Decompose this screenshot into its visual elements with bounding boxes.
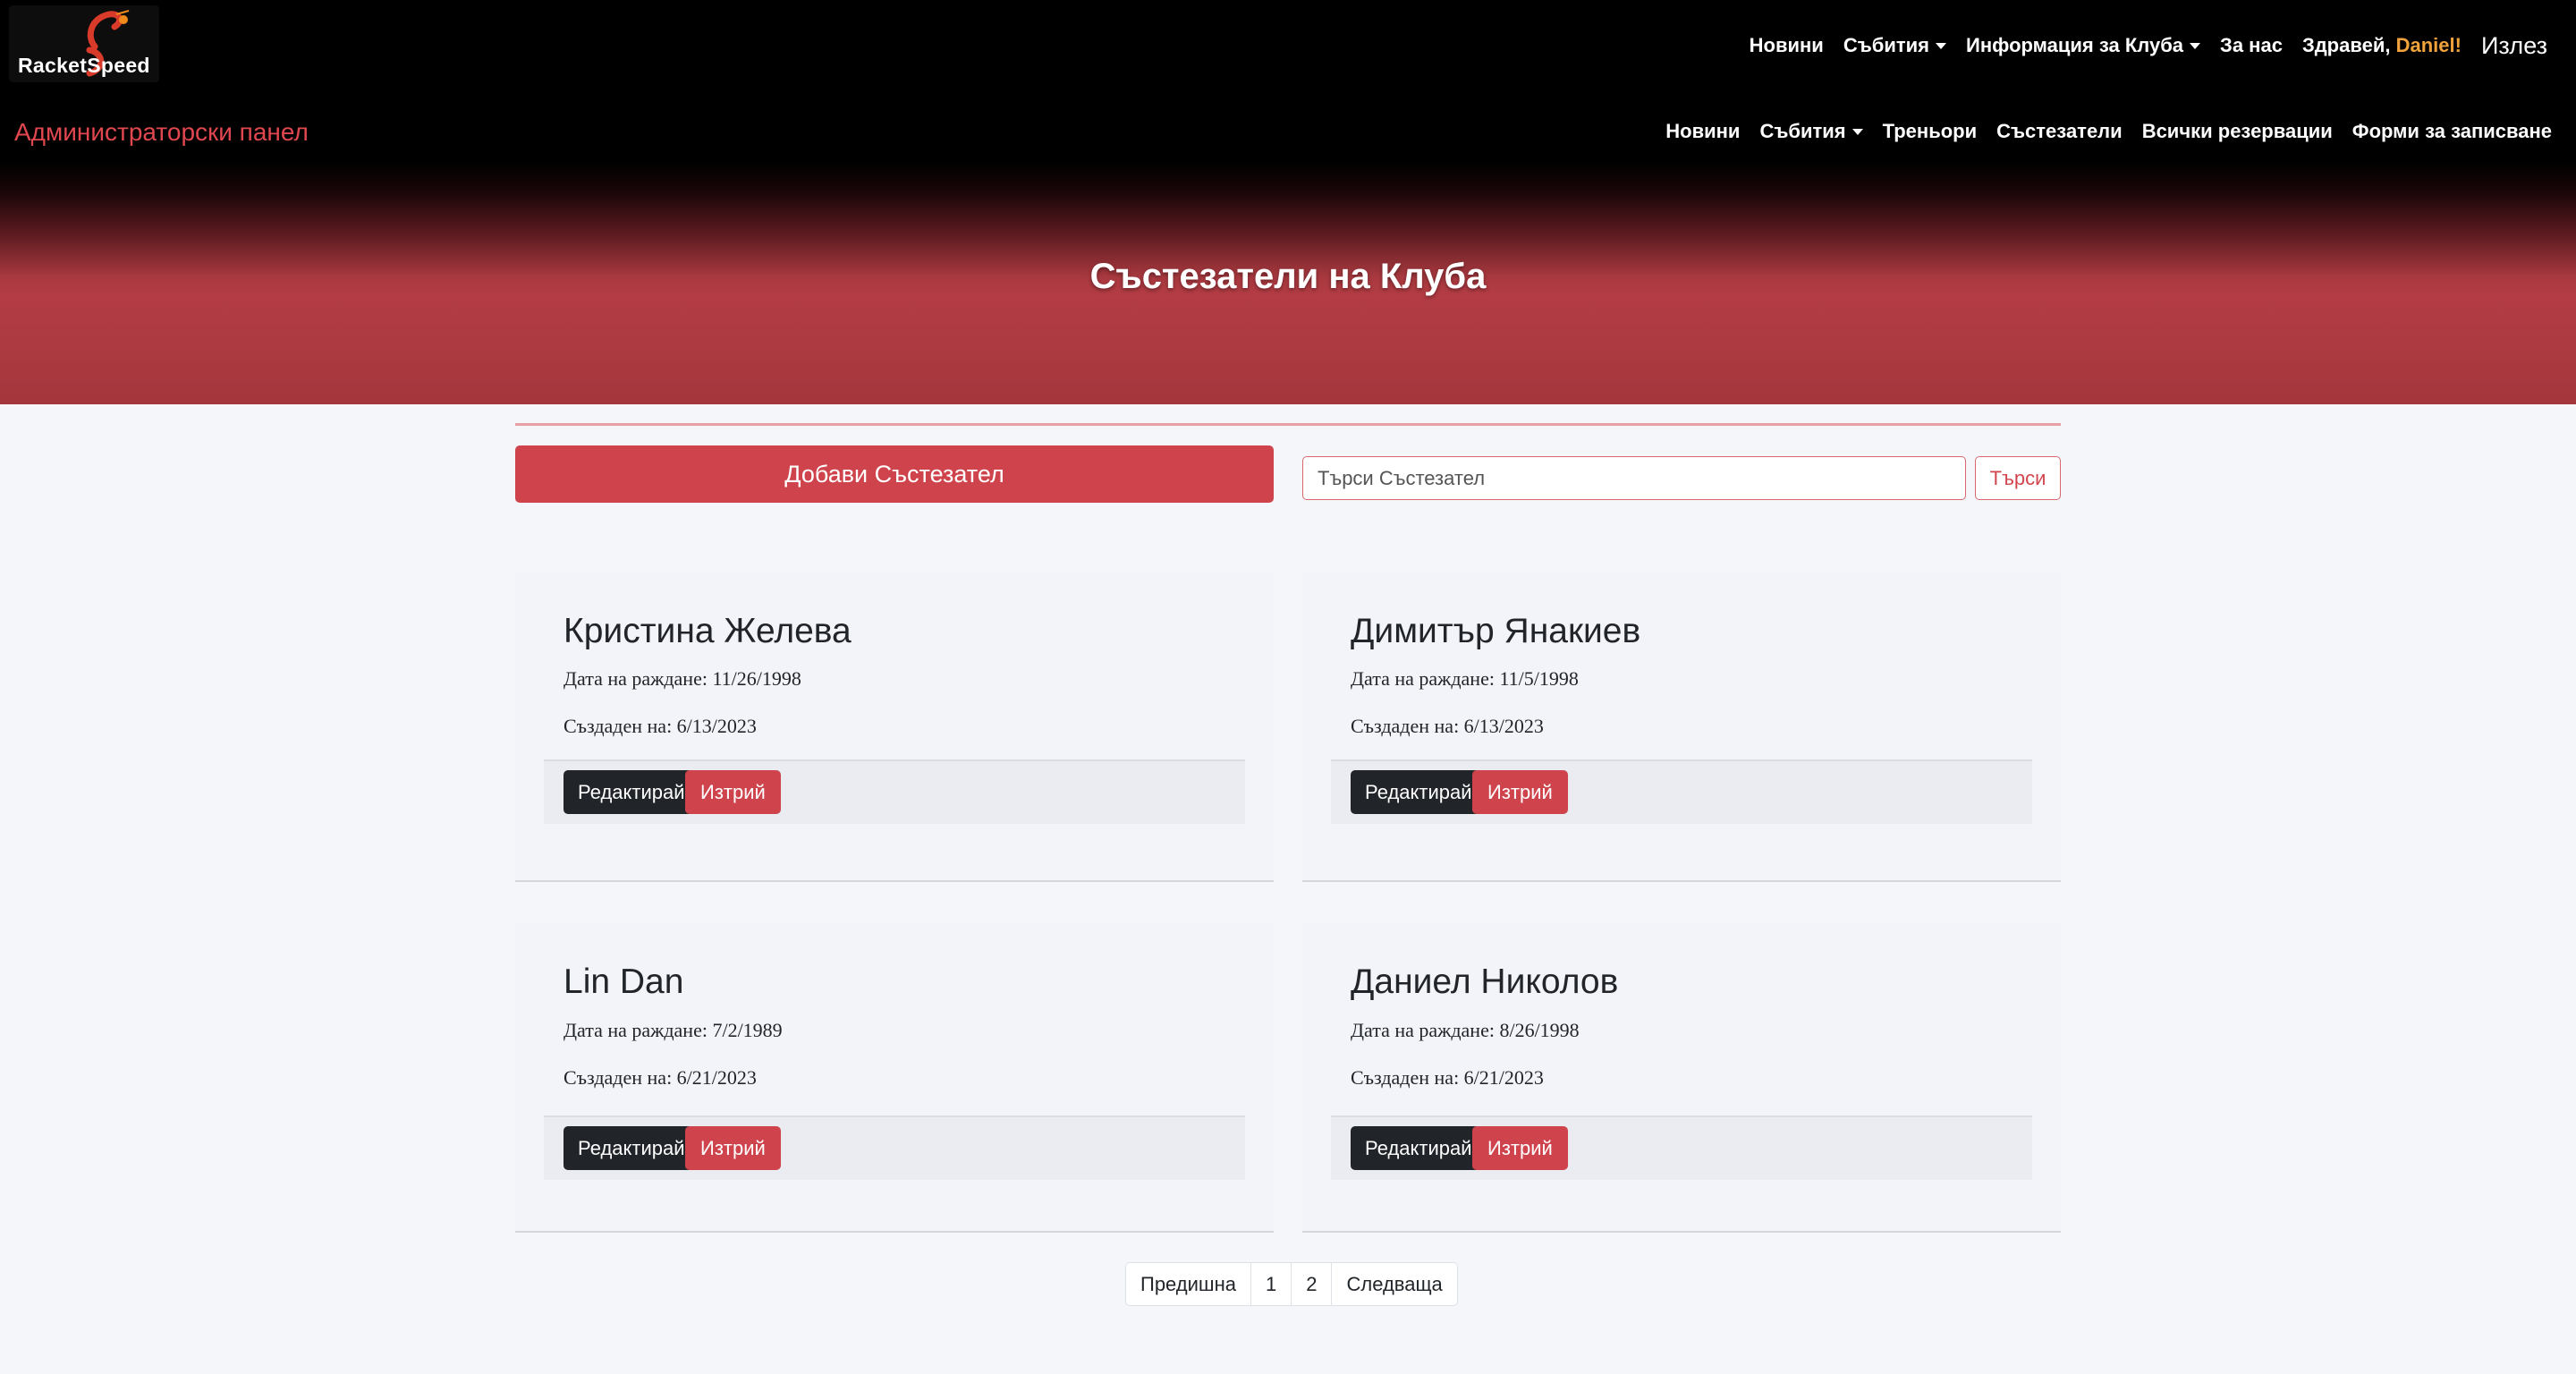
edit-button[interactable]: Редактирай: [1351, 770, 1487, 814]
add-player-button[interactable]: Добави Състезател: [515, 445, 1274, 503]
player-created: Създаден на: 6/21/2023: [1351, 1066, 1544, 1089]
nav-events-dropdown[interactable]: Събития: [1843, 34, 1947, 57]
divider: [515, 423, 2061, 426]
player-card: Димитър Янакиев Дата на раждане: 11/5/19…: [1302, 572, 2061, 882]
delete-button[interactable]: Изтрий: [1472, 1126, 1568, 1170]
header-hero: RacketSpeed Новини Събития Информация за…: [0, 0, 2576, 404]
search-input[interactable]: [1302, 456, 1966, 500]
card-footer: Редактирай Изтрий: [1331, 759, 2032, 824]
admin-nav-events-dropdown[interactable]: Събития: [1759, 120, 1863, 143]
player-name: Lin Dan: [564, 963, 684, 1001]
player-card: Lin Dan Дата на раждане: 7/2/1989 Създад…: [515, 923, 1274, 1233]
edit-button[interactable]: Редактирай: [1351, 1126, 1487, 1170]
chevron-down-icon: [1936, 42, 1947, 49]
admin-panel-title[interactable]: Администраторски панел: [14, 118, 309, 147]
delete-button[interactable]: Изтрий: [685, 770, 781, 814]
delete-button[interactable]: Изтрий: [1472, 770, 1568, 814]
pagination-page-1[interactable]: 1: [1250, 1263, 1291, 1305]
pagination-prev[interactable]: Предишна: [1126, 1263, 1250, 1305]
player-name: Даниел Николов: [1351, 963, 1619, 1001]
brand-logo[interactable]: RacketSpeed: [9, 5, 159, 82]
player-birthdate: Дата на раждане: 11/5/1998: [1351, 667, 1579, 690]
player-birthdate: Дата на раждане: 11/26/1998: [564, 667, 801, 690]
brand-name: RacketSpeed: [18, 54, 150, 77]
player-created: Създаден на: 6/21/2023: [564, 1066, 757, 1089]
admin-nav-coaches[interactable]: Треньори: [1883, 120, 1978, 143]
player-name: Кристина Желева: [564, 612, 852, 650]
admin-nav-signup-forms[interactable]: Форми за записване: [2352, 120, 2552, 143]
nav-club-info-dropdown[interactable]: Информация за Клуба: [1966, 34, 2201, 57]
pagination: Предишна 1 2 Следваща: [1125, 1262, 1458, 1306]
search-button[interactable]: Търси: [1975, 456, 2061, 500]
player-created: Създаден на: 6/13/2023: [564, 715, 757, 737]
chevron-down-icon: [2190, 42, 2201, 49]
delete-button[interactable]: Изтрий: [685, 1126, 781, 1170]
player-card: Даниел Николов Дата на раждане: 8/26/199…: [1302, 923, 2061, 1233]
admin-nav-news[interactable]: Новини: [1665, 120, 1740, 143]
edit-button[interactable]: Редактирай: [564, 770, 699, 814]
card-footer: Редактирай Изтрий: [544, 759, 1245, 824]
nav-about[interactable]: За нас: [2220, 34, 2283, 57]
player-created: Създаден на: 6/13/2023: [1351, 715, 1544, 737]
edit-button[interactable]: Редактирай: [564, 1126, 699, 1170]
user-greeting: Здравей, Daniel!: [2301, 34, 2462, 56]
player-birthdate: Дата на раждане: 8/26/1998: [1351, 1019, 1580, 1041]
admin-nav-players[interactable]: Състезатели: [1996, 120, 2123, 143]
card-footer: Редактирай Изтрий: [1331, 1115, 2032, 1180]
player-birthdate: Дата на раждане: 7/2/1989: [564, 1019, 783, 1041]
chevron-down-icon: [1852, 128, 1863, 135]
card-footer: Редактирай Изтрий: [544, 1115, 1245, 1180]
username: Daniel!: [2395, 34, 2462, 56]
pagination-next[interactable]: Следваща: [1331, 1263, 1456, 1305]
nav-news[interactable]: Новини: [1750, 34, 1824, 57]
main-nav: Новини Събития Информация за Клуба За на…: [1750, 32, 2547, 59]
page-title: Състезатели на Клуба: [1089, 257, 1487, 296]
admin-nav: Новини Събития Треньори Състезатели Всич…: [1665, 120, 2552, 143]
player-card: Кристина Желева Дата на раждане: 11/26/1…: [515, 572, 1274, 882]
logout-link[interactable]: Излез: [2481, 32, 2547, 60]
player-name: Димитър Янакиев: [1351, 612, 1641, 650]
pagination-page-2[interactable]: 2: [1291, 1263, 1331, 1305]
admin-nav-reservations[interactable]: Всички резервации: [2142, 120, 2333, 143]
